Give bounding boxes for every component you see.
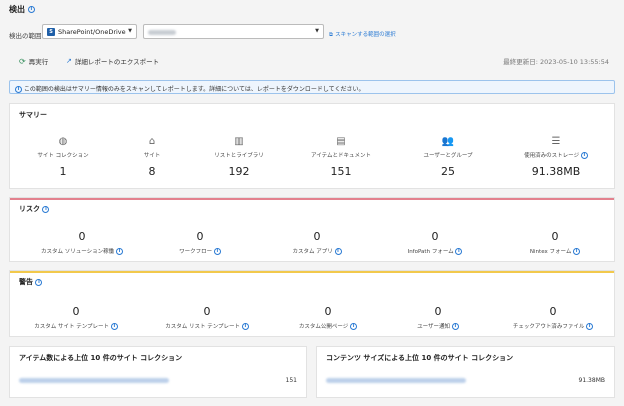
scope-type-select[interactable]: S SharePoint/OneDrive ▼ (42, 24, 137, 39)
sharepoint-icon: S (47, 28, 55, 36)
warning-custom-list-templates: 0 カスタム リスト テンプレート i (152, 305, 262, 330)
stat-users-groups: 👥 ユーザーとグループ 25 (398, 136, 498, 178)
last-updated: 最終更新日: 2023-05-10 13:55:54 (503, 58, 609, 66)
warning-custom-published-pages: 0 カスタム公開ページ i (273, 305, 383, 330)
page-title: 検出 i (9, 4, 35, 15)
info-icon[interactable]: i (35, 278, 43, 286)
table-row: 91.38MB (326, 377, 605, 384)
warning-panel: 警告 i 0 カスタム サイト テンプレート i 0 カスタム リスト テンプレ… (9, 270, 615, 337)
scope-type-value: SharePoint/OneDrive (58, 28, 126, 36)
info-icon[interactable]: i (573, 248, 581, 255)
site-collection-link-redacted[interactable] (19, 378, 169, 383)
library-icon: ▥ (234, 136, 244, 147)
risk-workflows: 0 ワークフロー i (145, 230, 255, 255)
item-count: 151 (285, 377, 297, 384)
toolbar: ⟳ 再実行 ↗ 詳細レポートのエクスポート 最終更新日: 2023-05-10 … (9, 50, 615, 70)
table-row: 151 (19, 377, 297, 384)
risk-accent-line (10, 198, 614, 200)
warning-custom-site-templates: 0 カスタム サイト テンプレート i (21, 305, 131, 330)
warning-accent-line (10, 271, 614, 273)
info-notice: i この範囲の検出はサマリー情報のみをスキャンしてレポートします。詳細については… (9, 80, 615, 94)
database-icon: ☰ (551, 136, 561, 147)
home-icon: ⌂ (148, 136, 156, 147)
risk-custom-apps: 0 カスタム アプリ i (262, 230, 372, 255)
globe-icon: ◍ (58, 136, 68, 147)
summary-panel: サマリー ◍ サイト コレクション 1 ⌂ サイト 8 ▥ リストとライブラリ … (9, 103, 615, 189)
scan-scope-label: 検出の範囲: (9, 32, 44, 40)
export-report-button[interactable]: ↗ 詳細レポートのエクスポート (66, 56, 159, 66)
info-icon[interactable]: i (27, 6, 35, 13)
top-by-items-title: アイテム数による上位 10 件のサイト コレクション (19, 354, 183, 362)
content-size: 91.38MB (578, 377, 605, 384)
info-icon[interactable]: i (455, 248, 463, 255)
risk-nintex-forms: 0 Nintex フォーム i (500, 230, 610, 255)
info-icon: i (15, 86, 22, 93)
info-icon[interactable]: i (586, 323, 594, 330)
top-by-size-panel: コンテンツ サイズによる上位 10 件のサイト コレクション 91.38MB (316, 346, 615, 398)
warning-title: 警告 i (19, 277, 43, 287)
stat-lists-libraries: ▥ リストとライブラリ 192 (189, 136, 289, 178)
risk-title: リスク i (19, 204, 50, 214)
top-by-size-title: コンテンツ サイズによる上位 10 件のサイト コレクション (326, 354, 514, 362)
summary-title: サマリー (19, 111, 47, 119)
info-icon[interactable]: i (334, 248, 342, 255)
info-icon[interactable]: i (110, 323, 118, 330)
info-icon[interactable]: i (241, 323, 249, 330)
stat-items-documents: ▤ アイテムとドキュメント 151 (291, 136, 391, 178)
stat-site-collections: ◍ サイト コレクション 1 (13, 136, 113, 178)
document-icon: ▤ (336, 136, 346, 147)
info-icon[interactable]: i (350, 323, 358, 330)
chevron-down-icon: ▼ (315, 28, 319, 34)
site-select-value-redacted (148, 29, 176, 35)
rerun-button[interactable]: ⟳ 再実行 (19, 56, 48, 67)
refresh-icon: ⟳ (19, 56, 26, 66)
stat-sites: ⌂ サイト 8 (102, 136, 202, 178)
info-icon[interactable]: i (42, 205, 50, 213)
scan-scope-link-icon: ⧉ (329, 32, 333, 38)
risk-custom-solutions: 0 カスタム ソリューション稼働 i (27, 230, 137, 255)
info-icon[interactable]: i (451, 323, 459, 330)
risk-infopath-forms: 0 InfoPath フォーム i (380, 230, 490, 255)
scan-scope-link[interactable]: ⧉ スキャンする範囲の選択 (329, 30, 396, 39)
export-icon: ↗ (66, 57, 72, 65)
site-select[interactable]: ▼ (143, 24, 324, 39)
info-icon[interactable]: i (580, 152, 588, 159)
warning-user-alerts: 0 ユーザー通知 i (383, 305, 493, 330)
info-icon[interactable]: i (115, 248, 123, 255)
stat-storage-used: ☰ 使用済みのストレージ i 91.38MB (506, 136, 606, 178)
site-collection-link-redacted[interactable] (326, 378, 466, 383)
chevron-down-icon: ▼ (128, 28, 132, 34)
risk-panel: リスク i 0 カスタム ソリューション稼働 i 0 ワークフロー i 0 カス… (9, 197, 615, 262)
info-icon[interactable]: i (213, 248, 221, 255)
top-by-items-panel: アイテム数による上位 10 件のサイト コレクション 151 (9, 346, 307, 398)
warning-checked-out-files: 0 チェックアウト済みファイル i (498, 305, 608, 330)
users-icon: 👥 (441, 136, 455, 147)
